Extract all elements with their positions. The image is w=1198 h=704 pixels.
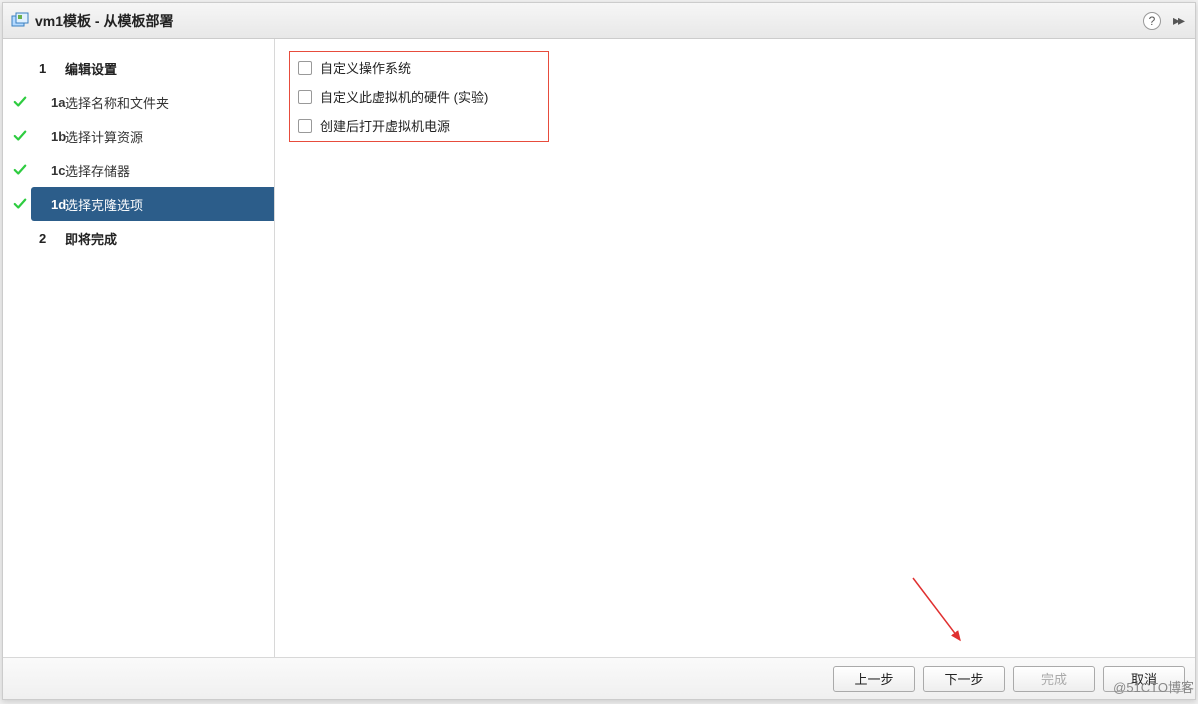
step-number: 1d <box>35 197 65 212</box>
cancel-button[interactable]: 取消 <box>1103 666 1185 692</box>
step-label: 编辑设置 <box>65 59 274 78</box>
checkbox[interactable] <box>298 90 312 104</box>
titlebar: vm1模板 - 从模板部署 ? ▸▸ <box>3 3 1195 39</box>
wizard-step-1c[interactable]: 1c选择存储器 <box>3 153 274 187</box>
checkbox[interactable] <box>298 119 312 133</box>
vm-template-icon <box>11 12 29 30</box>
wizard-step-1d[interactable]: 1d选择克隆选项 <box>3 187 274 221</box>
option-label: 自定义操作系统 <box>320 58 411 77</box>
step-label: 选择克隆选项 <box>65 195 274 214</box>
check-icon <box>9 163 31 177</box>
wizard-sidebar: 1编辑设置1a选择名称和文件夹1b选择计算资源1c选择存储器1d选择克隆选项2即… <box>3 39 275 657</box>
step-number: 1c <box>35 163 65 178</box>
clone-option-1[interactable]: 自定义此虚拟机的硬件 (实验) <box>298 87 540 106</box>
wizard-step-2[interactable]: 2即将完成 <box>3 221 274 255</box>
wizard-step-1[interactable]: 1编辑设置 <box>3 51 274 85</box>
next-button[interactable]: 下一步 <box>923 666 1005 692</box>
finish-button: 完成 <box>1013 666 1095 692</box>
pin-button[interactable]: ▸▸ <box>1167 12 1189 30</box>
wizard-step-1a[interactable]: 1a选择名称和文件夹 <box>3 85 274 119</box>
back-button[interactable]: 上一步 <box>833 666 915 692</box>
check-icon <box>9 129 31 143</box>
clone-option-2[interactable]: 创建后打开虚拟机电源 <box>298 116 540 135</box>
step-number: 1 <box>35 61 65 76</box>
step-inner: 1b选择计算资源 <box>31 119 274 153</box>
dialog-title: vm1模板 - 从模板部署 <box>35 11 1143 31</box>
step-inner: 1a选择名称和文件夹 <box>31 85 274 119</box>
dialog-body: 1编辑设置1a选择名称和文件夹1b选择计算资源1c选择存储器1d选择克隆选项2即… <box>3 39 1195 657</box>
step-number: 1a <box>35 95 65 110</box>
clone-option-0[interactable]: 自定义操作系统 <box>298 58 540 77</box>
wizard-content: 自定义操作系统自定义此虚拟机的硬件 (实验) 创建后打开虚拟机电源 <box>275 39 1195 657</box>
clone-options-box: 自定义操作系统自定义此虚拟机的硬件 (实验) 创建后打开虚拟机电源 <box>289 51 549 142</box>
step-label: 即将完成 <box>65 229 274 248</box>
wizard-footer: 上一步 下一步 完成 取消 <box>3 657 1195 699</box>
step-number: 1b <box>35 129 65 144</box>
step-inner: 1d选择克隆选项 <box>31 187 274 221</box>
checkbox[interactable] <box>298 61 312 75</box>
step-number: 2 <box>35 231 65 246</box>
wizard-step-1b[interactable]: 1b选择计算资源 <box>3 119 274 153</box>
wizard-dialog: vm1模板 - 从模板部署 ? ▸▸ 1编辑设置1a选择名称和文件夹1b选择计算… <box>2 2 1196 700</box>
title-controls: ? ▸▸ <box>1143 12 1189 30</box>
help-button[interactable]: ? <box>1143 12 1161 30</box>
option-label: 自定义此虚拟机的硬件 (实验) <box>320 87 488 106</box>
step-inner: 1编辑设置 <box>31 51 274 85</box>
check-icon <box>9 197 31 211</box>
step-label: 选择存储器 <box>65 161 274 180</box>
step-label: 选择计算资源 <box>65 127 274 146</box>
check-icon <box>9 95 31 109</box>
step-label: 选择名称和文件夹 <box>65 93 274 112</box>
step-inner: 1c选择存储器 <box>31 153 274 187</box>
step-inner: 2即将完成 <box>31 221 274 255</box>
option-label: 创建后打开虚拟机电源 <box>320 116 450 135</box>
